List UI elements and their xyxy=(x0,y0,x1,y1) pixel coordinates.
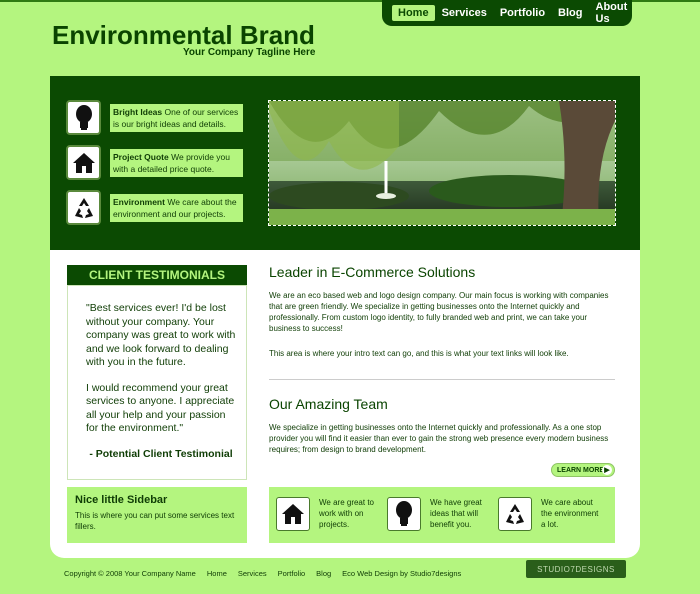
main-nav: Home Services Portfolio Blog About Us xyxy=(382,0,632,26)
sidebar-box: Nice little Sidebar This is where you ca… xyxy=(67,487,247,543)
testimonial-quote: I would recommend your great services to… xyxy=(86,381,235,435)
nav-home[interactable]: Home xyxy=(392,5,435,21)
section-divider xyxy=(269,379,615,380)
services-strip: We are great to work with on projects. W… xyxy=(269,487,615,543)
footer-link-portfolio[interactable]: Portfolio xyxy=(278,569,306,578)
footer: Copyright © 2008 Your Company Name Home … xyxy=(64,569,462,578)
learn-more-button[interactable]: LEARN MORE ▶ xyxy=(551,463,615,477)
studio7designs-logo[interactable]: STUDIO7DESIGNS xyxy=(526,560,626,578)
feature-title: Bright Ideas xyxy=(113,107,163,117)
team-section: Our Amazing Team We specialize in gettin… xyxy=(269,396,615,455)
learn-more-label: LEARN MORE xyxy=(557,466,605,474)
feature-title: Project Quote xyxy=(113,152,169,162)
service-text: We have great ideas that will benefit yo… xyxy=(430,498,482,529)
footer-copyright: Copyright © 2008 Your Company Name xyxy=(64,569,196,578)
service-text: We care about the environment a lot. xyxy=(541,498,599,529)
feature-environment: Environment We care about the environmen… xyxy=(66,190,243,225)
feature-bright-ideas: Bright Ideas One of our services is our … xyxy=(66,100,243,135)
team-heading: Our Amazing Team xyxy=(269,396,388,412)
nav-portfolio[interactable]: Portfolio xyxy=(494,5,551,21)
nav-blog[interactable]: Blog xyxy=(552,5,588,21)
testimonial-quote: "Best services ever! I'd be lost without… xyxy=(86,302,236,368)
testimonial-signature: - Potential Client Testimonial xyxy=(89,447,233,460)
footer-link-blog[interactable]: Blog xyxy=(316,569,331,578)
hero-photo-garden xyxy=(268,100,616,226)
sidebar-title: Nice little Sidebar xyxy=(75,494,168,506)
studio7designs-logo-text: STUDIO7DESIGNS xyxy=(537,564,615,574)
recycle-icon xyxy=(498,497,532,531)
house-icon xyxy=(66,145,101,180)
arrow-right-icon: ▶ xyxy=(602,465,612,475)
service-item: We are great to work with on projects. xyxy=(276,497,381,531)
house-icon xyxy=(276,497,310,531)
service-item: We care about the environment a lot. xyxy=(498,497,603,531)
brand-tagline: Your Company Tagline Here xyxy=(183,47,316,58)
intro-heading: Leader in E-Commerce Solutions xyxy=(269,264,476,280)
service-item: We have great ideas that will benefit yo… xyxy=(387,497,492,531)
team-paragraph: We specialize in getting businesses onto… xyxy=(269,423,609,454)
intro-section: Leader in E-Commerce Solutions We are an… xyxy=(269,264,615,359)
footer-credit[interactable]: Eco Web Design by Studio7designs xyxy=(342,569,461,578)
intro-paragraph: We are an eco based web and logo design … xyxy=(269,291,609,333)
feature-text: Bright Ideas One of our services is our … xyxy=(110,104,243,132)
nav-about-us[interactable]: About Us xyxy=(590,0,634,27)
recycle-icon xyxy=(66,190,101,225)
feature-project-quote: Project Quote We provide you with a deta… xyxy=(66,145,243,180)
sidebar-text: This is where you can put some services … xyxy=(75,511,235,531)
lightbulb-icon xyxy=(387,497,421,531)
footer-link-home[interactable]: Home xyxy=(207,569,227,578)
hero-banner: Bright Ideas One of our services is our … xyxy=(50,76,640,250)
feature-text: Environment We care about the environmen… xyxy=(110,194,243,222)
feature-text: Project Quote We provide you with a deta… xyxy=(110,149,243,177)
testimonials-heading: CLIENT TESTIMONIALS xyxy=(67,265,247,285)
nav-services[interactable]: Services xyxy=(436,5,493,21)
testimonials-box: "Best services ever! I'd be lost without… xyxy=(67,285,247,480)
lightbulb-icon xyxy=(66,100,101,135)
footer-link-services[interactable]: Services xyxy=(238,569,267,578)
feature-title: Environment xyxy=(113,197,165,207)
main-content-panel: CLIENT TESTIMONIALS "Best services ever!… xyxy=(50,250,640,558)
service-text: We are great to work with on projects. xyxy=(319,498,374,529)
intro-paragraph: This area is where your intro text can g… xyxy=(269,349,569,358)
